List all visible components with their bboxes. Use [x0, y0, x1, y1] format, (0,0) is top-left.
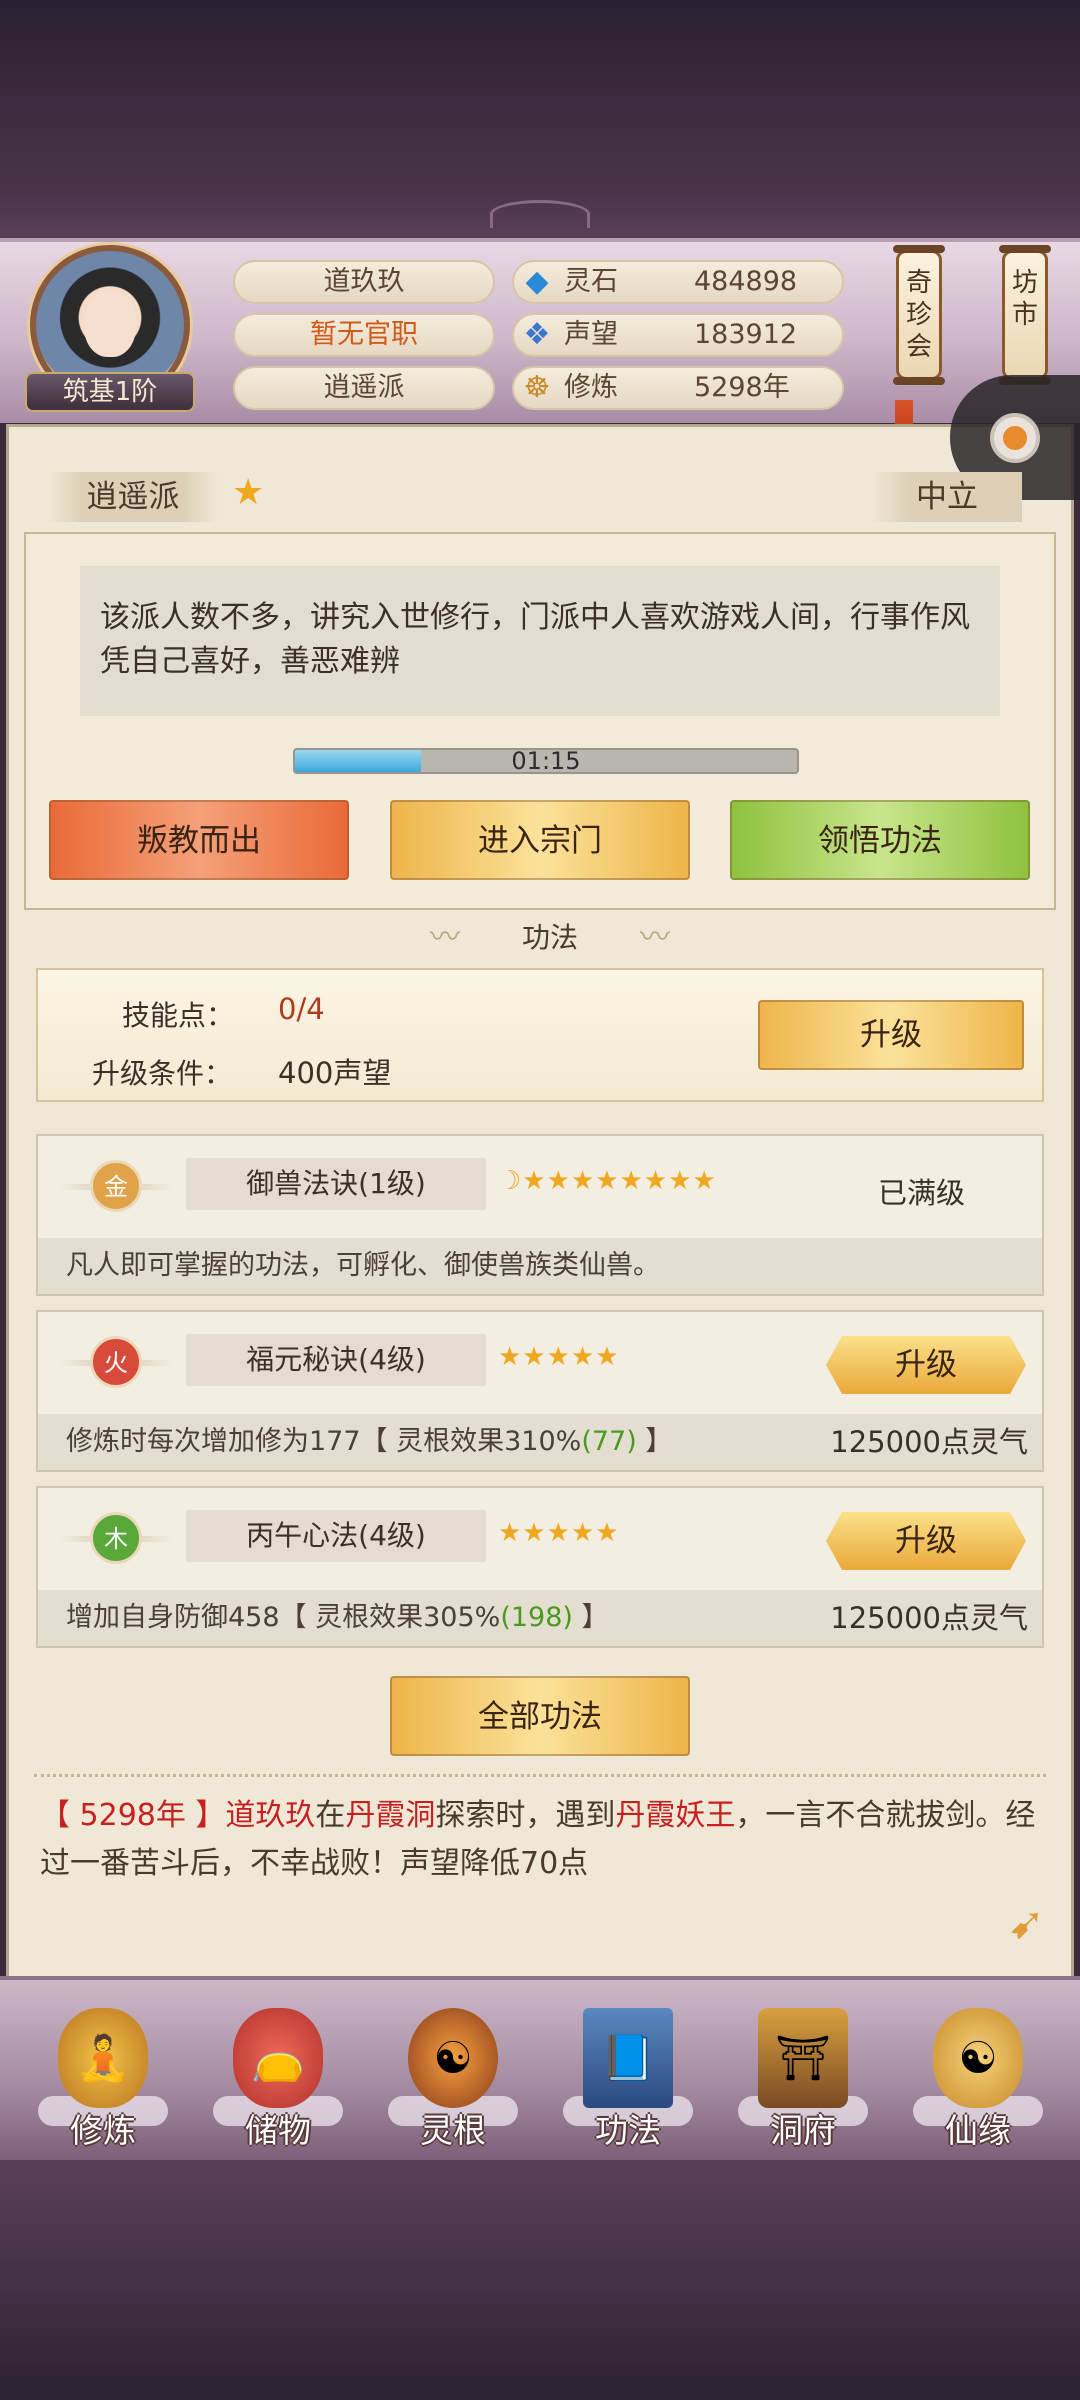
skills-section-title: 功法 — [430, 918, 670, 958]
event-log: 【 5298年 】道玖玖在丹霞洞探索时，遇到丹霞妖王，一言不合就拔剑。经过一番苦… — [40, 1798, 1036, 1881]
skill-card: 木 丙午心法(4级) ★★★★★ 升级 增加自身防御458【 灵根效果305%(… — [36, 1486, 1044, 1648]
timer-text: 01:15 — [511, 748, 581, 774]
nav-cultivate[interactable]: 🧘 修炼 — [28, 1996, 178, 2156]
skill-upgrade-button[interactable]: 升级 — [826, 1336, 1026, 1394]
leave-sect-button[interactable]: 叛教而出 — [49, 800, 349, 880]
sect-description: 该派人数不多，讲究入世修行，门派中人喜欢游戏人间，行事作风凭自己喜好，善恶难辨 — [80, 566, 1000, 716]
sect-name-title: 逍遥派 — [48, 472, 218, 522]
nav-storage[interactable]: 👝 储物 — [203, 1996, 353, 2156]
skill-stars: ★★★★★ — [498, 1518, 620, 1548]
orb-icon — [990, 413, 1040, 463]
nav-cave[interactable]: ⛩ 洞府 — [728, 1996, 878, 2156]
skill-upgrade-button[interactable]: 升级 — [826, 1512, 1026, 1570]
top-ornament — [490, 200, 590, 228]
star-icon: ★ — [232, 472, 265, 513]
upgrade-condition-label: 升级条件： — [92, 1057, 233, 1090]
official-title: 暂无官职 — [233, 313, 495, 357]
player-sect: 逍遥派 — [233, 366, 495, 410]
skill-stars: ★★★★★ — [498, 1342, 620, 1372]
skill-description: 修炼时每次增加修为177【 灵根效果310%(77) 】 125000点灵气 — [38, 1414, 1042, 1470]
market-button[interactable]: 坊市 — [999, 245, 1051, 385]
avatar-face — [84, 291, 136, 357]
treasure-auction-button[interactable]: 奇珍会 — [893, 245, 945, 385]
skill-book-icon: 📘 — [583, 2008, 673, 2108]
skill-name: 丙午心法(4级) — [186, 1510, 486, 1562]
skill-description: 增加自身防御458【 灵根效果305%(198) 】 125000点灵气 — [38, 1590, 1042, 1646]
skill-points-value: 0/4 — [278, 992, 325, 1026]
sect-alignment: 中立 — [872, 472, 1022, 522]
fate-gourd-icon: ☯ — [933, 2008, 1023, 2108]
cultivate-icon: 🧘 — [58, 2008, 148, 2108]
nav-fate[interactable]: ☯ 仙缘 — [903, 1996, 1053, 2156]
upgrade-condition-value: 400声望 — [278, 1056, 392, 1090]
resource-spirit-stone: ◆ 灵石 484898 — [512, 260, 844, 304]
skill-points-box: 技能点： 0/4 升级条件： 400声望 升级 — [36, 968, 1044, 1102]
skill-cost: 125000点灵气 — [830, 1425, 1028, 1459]
spirit-root-icon: ☯ — [408, 2008, 498, 2108]
timer-progress-bar: 01:15 — [293, 748, 799, 774]
storage-bag-icon: 👝 — [233, 2008, 323, 2108]
skill-stars: ☽★★★★★★★★ — [498, 1166, 717, 1196]
player-name: 道玖玖 — [233, 260, 495, 304]
skill-card: 火 福元秘诀(4级) ★★★★★ 升级 修炼时每次增加修为177【 灵根效果31… — [36, 1310, 1044, 1472]
skill-description: 凡人即可掌握的功法，可孵化、御使兽族类仙兽。 — [38, 1238, 1042, 1294]
bottom-background — [0, 2160, 1080, 2400]
skill-card: 金 御兽法诀(1级) ☽★★★★★★★★ 已满级 凡人即可掌握的功法，可孵化、御… — [36, 1134, 1044, 1296]
nav-skills[interactable]: 📘 功法 — [553, 1996, 703, 2156]
all-skills-button[interactable]: 全部功法 — [390, 1676, 690, 1756]
skill-points-upgrade-button[interactable]: 升级 — [758, 1000, 1024, 1070]
max-level-label: 已满级 — [878, 1176, 966, 1210]
metal-element-icon: 金 — [90, 1160, 142, 1212]
skill-name: 福元秘诀(4级) — [186, 1334, 486, 1386]
rank-badge: 筑基1阶 — [25, 372, 195, 412]
enter-sect-button[interactable]: 进入宗门 — [390, 800, 690, 880]
meditation-icon: ☸ — [523, 370, 551, 405]
scroll-arrow-icon[interactable]: ➹ — [1008, 1898, 1045, 1949]
skill-points-label: 技能点： — [122, 999, 235, 1032]
cave-house-icon: ⛩ — [758, 2008, 848, 2108]
spirit-stone-icon: ◆ — [525, 264, 549, 299]
wood-element-icon: 木 — [90, 1512, 142, 1564]
comprehend-skill-button[interactable]: 领悟功法 — [730, 800, 1030, 880]
divider — [34, 1774, 1046, 1778]
prestige-icon: ❖ — [523, 317, 551, 352]
resource-prestige: ❖ 声望 183912 — [512, 313, 844, 357]
nav-spirit-root[interactable]: ☯ 灵根 — [378, 1996, 528, 2156]
resource-cultivation: ☸ 修炼 5298年 — [512, 366, 844, 410]
fire-element-icon: 火 — [90, 1336, 142, 1388]
skill-cost: 125000点灵气 — [830, 1601, 1028, 1635]
skill-name: 御兽法诀(1级) — [186, 1158, 486, 1210]
